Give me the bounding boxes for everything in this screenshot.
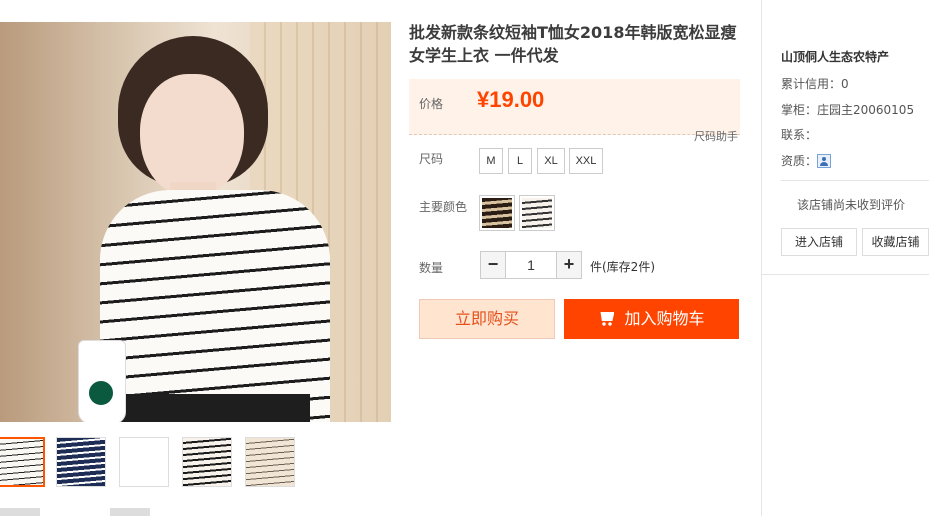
color-label: 主要颜色: [419, 200, 468, 214]
cutoff-rating-fragment: [110, 508, 150, 516]
thumbnail-2[interactable]: [56, 437, 106, 487]
size-option-xxl[interactable]: XXL: [569, 148, 603, 174]
store-qualification: 资质：: [781, 152, 832, 169]
no-review-text: 该店铺尚未收到评价: [797, 198, 906, 212]
qualification-label: 资质：: [781, 154, 818, 168]
store-keeper: 掌柜：庄园主20060105: [781, 103, 915, 117]
store-credit: 累计信用：0: [781, 77, 849, 91]
price-label: 价格: [419, 97, 444, 111]
size-assist-link[interactable]: 尺码助手: [694, 128, 738, 144]
store-divider: [781, 180, 929, 181]
cutoff-text-fragment: [0, 508, 40, 516]
panel-divider: [761, 275, 762, 516]
size-option-m[interactable]: M: [479, 148, 503, 174]
buy-now-label: 立即购买: [454, 309, 519, 328]
thumbnail-5[interactable]: [245, 437, 295, 487]
store-name[interactable]: 山顶侗人生态农特产: [781, 48, 889, 65]
size-label: 尺码: [419, 152, 444, 166]
cup-logo: [86, 378, 116, 408]
quantity-increase-button[interactable]: +: [556, 251, 582, 279]
add-to-cart-label: 加入购物车: [624, 309, 705, 328]
enter-store-button[interactable]: 进入店铺: [781, 228, 857, 256]
add-to-cart-button[interactable]: 加入购物车: [564, 299, 739, 339]
certificate-icon[interactable]: [817, 154, 832, 168]
stock-text: 件(库存2件): [590, 260, 655, 274]
quantity-label: 数量: [419, 261, 444, 275]
thumbnail-4[interactable]: [182, 437, 232, 487]
buy-now-button[interactable]: 立即购买: [419, 299, 555, 339]
model-face: [140, 74, 244, 198]
main-product-image[interactable]: [0, 22, 391, 422]
color-option-1[interactable]: [479, 195, 515, 231]
size-option-xl[interactable]: XL: [537, 148, 565, 174]
quantity-input[interactable]: [506, 251, 556, 279]
price-value: ¥19.00: [477, 87, 545, 112]
favorite-store-button[interactable]: 收藏店铺: [862, 228, 929, 256]
shopping-cart-icon: [598, 312, 616, 326]
price-box: 价格 ¥19.00: [409, 79, 740, 135]
color-option-2[interactable]: [519, 195, 555, 231]
product-title: 批发新款条纹短袖T恤女2018年韩版宽松显瘦女学生上衣 一件代发: [409, 23, 737, 65]
quantity-decrease-button[interactable]: −: [480, 251, 506, 279]
store-contact: 联系：: [781, 128, 818, 142]
size-option-l[interactable]: L: [508, 148, 532, 174]
thumbnail-1[interactable]: [0, 437, 45, 487]
thumbnail-3[interactable]: [119, 437, 169, 487]
model-pants: [110, 394, 310, 422]
striped-shirt: [100, 190, 330, 422]
